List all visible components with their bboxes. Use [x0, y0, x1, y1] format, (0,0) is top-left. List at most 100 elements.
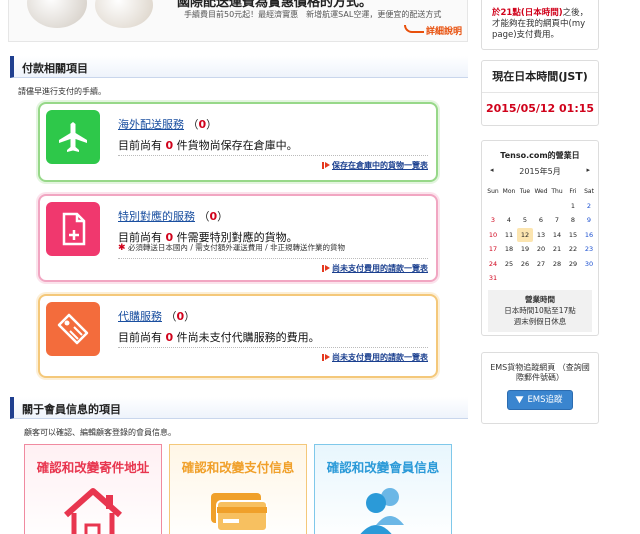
- calendar-day: 22: [568, 245, 578, 254]
- asterisk-icon: ✱: [118, 243, 126, 253]
- house-icon: [25, 485, 161, 534]
- weekday-label: Tue: [519, 187, 531, 195]
- calendar-day: 19: [520, 245, 530, 254]
- calendar-empty: [501, 199, 517, 214]
- price-tag-icon: [46, 302, 100, 356]
- calendar-day: 5: [522, 216, 528, 225]
- calendar-empty: [549, 271, 565, 286]
- ems-tracking-panel: EMS貨物追蹤網頁 （查詢國際郵件號碼） EMS追蹤: [481, 352, 599, 424]
- edit-payment-info-button[interactable]: 確認和改變支付信息: [169, 444, 307, 534]
- next-month-icon[interactable]: ▸: [586, 166, 590, 174]
- edit-shipping-address-button[interactable]: 確認和改變寄件地址: [24, 444, 162, 534]
- edit-member-info-button[interactable]: 確認和改變會員信息: [314, 444, 452, 534]
- calendar-day: 18: [504, 245, 514, 254]
- calendar-day: 31: [488, 274, 498, 283]
- document-add-icon: [46, 202, 100, 256]
- divider: [118, 258, 428, 259]
- special-service-link[interactable]: 特別對應的服務: [118, 210, 195, 223]
- banner-subline: 手續費目前50元起！最經濟實惠 新增航運SAL空運，更便宜的配送方式: [184, 10, 442, 19]
- calendar-day: 8: [570, 216, 576, 225]
- calendar-day: 9: [586, 216, 592, 225]
- calendar-heading: Tenso.com的營業日: [500, 151, 580, 160]
- calendar-day: 7: [554, 216, 560, 225]
- unpaid-invoice-link[interactable]: 尚未支付費用的請款一覽表: [322, 352, 428, 363]
- overseas-shipping-card: 海外配送服務 （0） 目前尚有 0 件貨物尚保存在倉庫中。 保存在倉庫中的貨物一…: [38, 102, 438, 182]
- calendar-empty: [501, 271, 517, 286]
- calendar-empty: [533, 271, 549, 286]
- divider: [118, 155, 428, 156]
- calendar-day: 26: [520, 259, 530, 268]
- member-section-description: 顧客可以確認、編輯顧客登錄的會員信息。: [24, 428, 176, 437]
- credit-card-icon: [170, 485, 306, 534]
- proxy-purchase-message: 目前尚有 0 件尚未支付代購服務的費用。: [118, 331, 320, 344]
- special-service-card: 特別對應的服務 （0） 目前尚有 0 件需要特別對應的貨物。 ✱ 必須轉送日本國…: [38, 194, 438, 282]
- users-icon: [315, 485, 451, 534]
- unpaid-invoice-link[interactable]: 尚未支付費用的請款一覽表: [322, 263, 428, 274]
- japan-time-panel: 現在日本時間(JST) 2015/05/12 01:15: [481, 60, 599, 126]
- paper-plane-icon: [515, 392, 526, 404]
- calendar-day: 15: [568, 230, 578, 239]
- calendar-grid: Sun Mon Tue Wed Thu Fri Sat 1 2 3 4 5 6 7 8 9 10 11 12 13 14…: [485, 184, 597, 286]
- divider: [118, 347, 428, 348]
- business-hours-line: 週末例假日休息: [513, 316, 567, 326]
- calendar-day: 6: [538, 216, 544, 225]
- japan-time-heading: 現在日本時間(JST): [482, 61, 598, 93]
- ems-tracking-button[interactable]: EMS追蹤: [507, 390, 573, 410]
- calendar-empty: [533, 199, 549, 214]
- calendar-month: 2015年5月: [519, 167, 561, 176]
- airplane-icon: [46, 110, 100, 164]
- member-section-heading: 關于會員信息的項目: [10, 397, 468, 419]
- edit-shipping-address-label: 確認和改變寄件地址: [36, 460, 150, 475]
- banner-more-link[interactable]: 詳細說明: [404, 24, 462, 37]
- special-service-title: 特別對應的服務 （0）: [118, 208, 228, 224]
- weekday-label: Sat: [584, 187, 594, 195]
- weekday-label: Sun: [487, 187, 499, 195]
- egg-image: [27, 0, 87, 28]
- japan-time-value: 2015/05/12 01:15: [485, 102, 595, 115]
- calendar-empty: [581, 271, 597, 286]
- calendar-empty: [485, 199, 501, 214]
- prev-month-icon[interactable]: ◂: [490, 166, 494, 174]
- calendar-day: 29: [568, 259, 578, 268]
- calendar-day: 4: [506, 216, 512, 225]
- calendar-day: 23: [584, 245, 594, 254]
- calendar-day: 17: [488, 245, 498, 254]
- calendar-day: 30: [584, 259, 594, 268]
- stored-goods-list-link[interactable]: 保存在倉庫中的貨物一覽表: [322, 160, 428, 171]
- calendar-empty: [549, 199, 565, 214]
- edit-payment-info-label: 確認和改變支付信息: [181, 460, 295, 475]
- special-service-note: ✱ 必須轉送日本國內 / 需支付額外運送費用 / 非正規轉送作業的貨物: [118, 243, 346, 253]
- payment-section-heading: 付款相關項目: [10, 56, 468, 78]
- business-hours-line: 日本時間10點至17點: [504, 305, 576, 315]
- calendar-day: 2: [586, 201, 592, 210]
- payment-notice-text: 於21點(日本時間)之後， 才能夠在我的網頁中(my page)支付費用。: [492, 8, 589, 40]
- calendar-day: 3: [490, 216, 496, 225]
- calendar-nav: ◂ 2015年5月 ▸: [482, 166, 598, 182]
- calendar-day: 16: [584, 230, 594, 239]
- payment-section-description: 請儘早進行支付的手續。: [18, 87, 106, 96]
- payment-notice-panel: 於21點(日本時間)之後， 才能夠在我的網頁中(my page)支付費用。: [481, 0, 599, 50]
- egg-image: [95, 0, 153, 28]
- proxy-purchase-title: 代購服務 （0）: [118, 308, 195, 324]
- calendar-day: 12: [517, 227, 533, 242]
- ems-tracking-text: EMS貨物追蹤網頁 （查詢國際郵件號碼）: [490, 363, 590, 382]
- weekday-label: Thu: [551, 187, 563, 195]
- overseas-shipping-link[interactable]: 海外配送服務: [118, 118, 184, 131]
- calendar-day: 21: [552, 245, 562, 254]
- weekday-label: Fri: [569, 187, 577, 195]
- calendar-day: 20: [536, 245, 546, 254]
- calendar-day: 14: [552, 230, 562, 239]
- calendar-day: 28: [552, 259, 562, 268]
- calendar-day: 13: [536, 230, 546, 239]
- proxy-purchase-link[interactable]: 代購服務: [118, 310, 162, 323]
- overseas-shipping-message: 目前尚有 0 件貨物尚保存在倉庫中。: [118, 139, 298, 152]
- business-hours: 營業時間 日本時間10點至17點 週末例假日休息: [488, 289, 592, 332]
- overseas-shipping-count: （0）: [187, 118, 218, 131]
- edit-member-info-label: 確認和改變會員信息: [326, 460, 440, 475]
- calendar-day: 1: [570, 201, 576, 210]
- banner-more-label: 詳細說明: [426, 27, 463, 37]
- calendar-empty: [517, 271, 533, 286]
- business-hours-title: 營業時間: [525, 294, 555, 304]
- weekday-label: Wed: [534, 187, 548, 195]
- calendar-day: 27: [536, 259, 546, 268]
